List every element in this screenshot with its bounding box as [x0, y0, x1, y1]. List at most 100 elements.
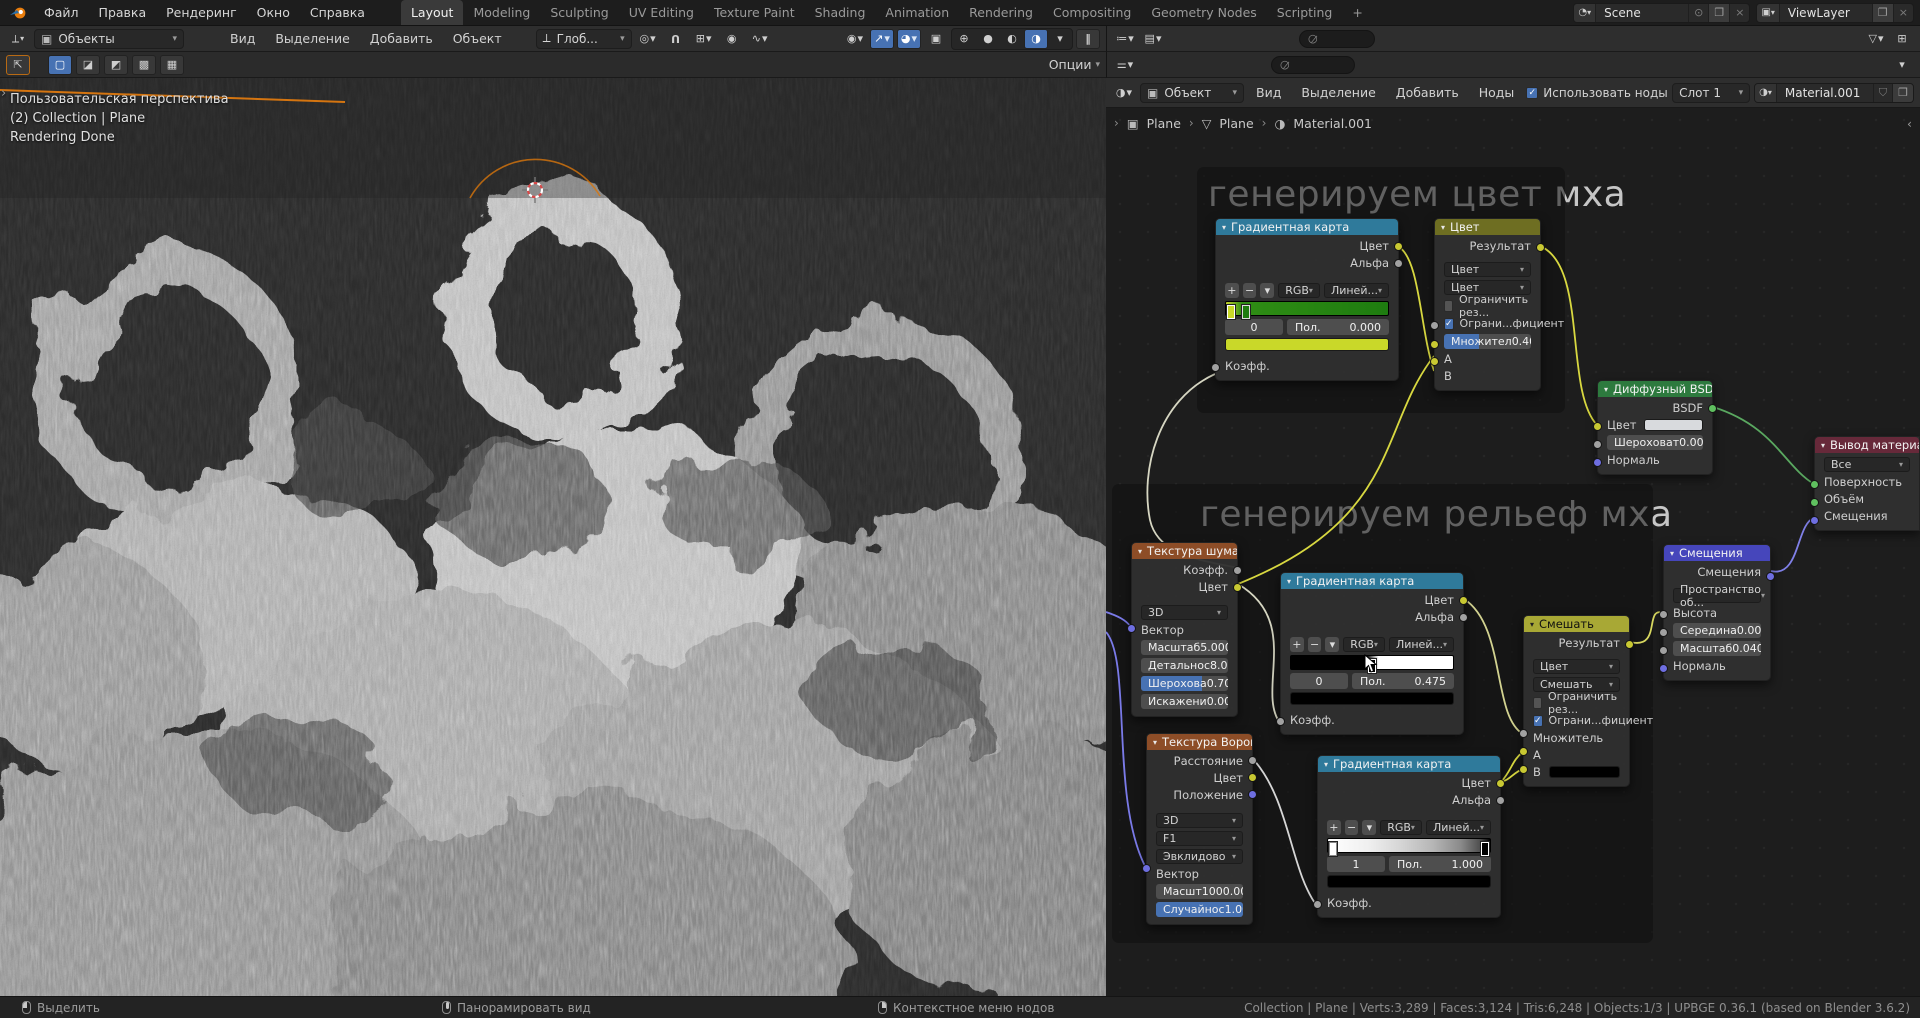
new-viewlayer-icon[interactable]: ❐	[1872, 4, 1893, 22]
socket-normal-in[interactable]	[1659, 664, 1668, 673]
socket-factor-out[interactable]	[1233, 566, 1242, 575]
ramp-mode-dropdown[interactable]: RGB▾	[1278, 283, 1320, 298]
diffuse-color-swatch[interactable]	[1644, 419, 1703, 431]
proportional-falloff-dropdown[interactable]: ∿▾	[748, 29, 772, 49]
tab-shading[interactable]: Shading	[805, 0, 876, 25]
viewport-menu-view[interactable]: Вид	[222, 31, 263, 46]
socket-factor-in[interactable]	[1276, 717, 1285, 726]
collapse-icon[interactable]: ▾	[1287, 577, 1291, 586]
collapse-icon[interactable]: ▾	[1530, 620, 1534, 629]
socket-displacement-out[interactable]	[1766, 572, 1775, 581]
tab-modeling[interactable]: Modeling	[463, 0, 540, 25]
stop-index-field[interactable]: 1	[1327, 856, 1385, 872]
socket-result-out[interactable]	[1625, 640, 1634, 649]
select-mode-extend-icon[interactable]: ◪	[76, 55, 100, 75]
socket-midlevel-in[interactable]	[1659, 628, 1668, 637]
menu-help[interactable]: Справка	[300, 0, 375, 25]
select-mode-intersect-icon[interactable]: ▦	[160, 55, 184, 75]
editor-type-outliner-icon[interactable]: ≔▾	[1113, 29, 1137, 49]
collapse-icon[interactable]: ▾	[1604, 385, 1608, 394]
scene-icon[interactable]: ◔▾	[1574, 4, 1596, 22]
menu-file[interactable]: Файл	[34, 0, 89, 25]
socket-normal-in[interactable]	[1593, 458, 1602, 467]
stop-position-field[interactable]: Пол.1.000	[1389, 856, 1491, 872]
editor-type-viewport-icon[interactable]: ⟂▾	[6, 29, 30, 49]
remove-stop-button[interactable]: −	[1345, 820, 1359, 835]
select-mode-new-icon[interactable]: ▢	[48, 55, 72, 75]
toggle-xray-icon[interactable]: ▣	[924, 29, 948, 49]
clamp-result-checkbox[interactable]: Ограничить рез...	[1533, 695, 1620, 710]
material-selector[interactable]: ◑▾ Material.001 ⛉ ❐	[1754, 83, 1914, 103]
tab-uv-editing[interactable]: UV Editing	[619, 0, 704, 25]
node-voronoi-texture[interactable]: ▾Текстура Вороного Расстояние Цвет Полож…	[1146, 733, 1253, 925]
ramp-interp-dropdown[interactable]: Линей...▾	[1426, 820, 1491, 835]
proportional-edit-icon[interactable]: ◉	[720, 29, 744, 49]
pin-icon[interactable]: ⊙	[1688, 4, 1708, 22]
breadcrumb-object[interactable]: Plane	[1147, 116, 1181, 131]
socket-a-in[interactable]	[1430, 340, 1439, 349]
collapse-icon[interactable]: ▾	[1670, 549, 1674, 558]
ramp-stop[interactable]	[1242, 305, 1250, 319]
stop-index-field[interactable]: 0	[1225, 319, 1283, 335]
collapse-icon[interactable]: ▾	[1324, 760, 1328, 769]
distance-metric-dropdown[interactable]: Эвклидово▾	[1156, 849, 1243, 864]
add-stop-button[interactable]: +	[1290, 637, 1304, 652]
shading-solid-icon[interactable]: ●	[976, 29, 1000, 49]
outliner-display-mode-icon[interactable]: ▤▾	[1141, 29, 1165, 49]
shading-wireframe-icon[interactable]: ⊕	[952, 29, 976, 49]
properties-options-dropdown[interactable]: ▾	[1890, 55, 1914, 75]
randomness-slider[interactable]: Случайнос1.000	[1156, 902, 1243, 917]
socket-scale-in[interactable]	[1659, 646, 1668, 655]
color-ramp-gradient[interactable]	[1225, 301, 1389, 316]
new-collection-icon[interactable]: ⊞	[1890, 29, 1914, 49]
shader-menu-node[interactable]: Ноды	[1471, 85, 1523, 100]
collapse-icon[interactable]: ▾	[1222, 223, 1226, 232]
socket-displacement-in[interactable]	[1810, 516, 1819, 525]
socket-alpha-out[interactable]	[1394, 259, 1403, 268]
node-noise-texture[interactable]: ▾Текстура шума Коэфф. Цвет 3D▾ Вектор Ма…	[1131, 542, 1238, 717]
stop-index-field[interactable]: 0	[1290, 673, 1348, 689]
tab-texture-paint[interactable]: Texture Paint	[704, 0, 805, 25]
ramp-options-dropdown[interactable]: ▾	[1362, 820, 1376, 835]
ramp-interp-dropdown[interactable]: Линей...▾	[1389, 637, 1454, 652]
viewport-render[interactable]: Пользовательская перспектива (2) Collect…	[0, 78, 1106, 996]
new-material-icon[interactable]: ❐	[1892, 84, 1913, 102]
outliner-search-input[interactable]: ○̷	[1299, 30, 1375, 48]
dimensions-dropdown[interactable]: 3D▾	[1156, 813, 1243, 828]
space-dropdown[interactable]: Пространство об...▾	[1673, 588, 1761, 603]
shading-material-icon[interactable]: ◐	[1000, 29, 1024, 49]
remove-stop-button[interactable]: −	[1243, 283, 1257, 298]
editor-type-shader-icon[interactable]: ◑▾	[1112, 83, 1136, 103]
roughness-slider[interactable]: Шероховат0.000	[1607, 435, 1703, 450]
socket-surface-in[interactable]	[1810, 480, 1819, 489]
socket-alpha-out[interactable]	[1459, 613, 1468, 622]
menu-render[interactable]: Рендеринг	[156, 0, 247, 25]
socket-b-in[interactable]	[1430, 357, 1439, 366]
viewport-menu-select[interactable]: Выделение	[267, 31, 357, 46]
roughness-slider[interactable]: Шерохова0.700	[1141, 676, 1228, 691]
editor-type-properties-icon[interactable]: ⚌▾	[1113, 55, 1137, 75]
detail-slider[interactable]: Детальнос8.000	[1141, 658, 1228, 673]
add-stop-button[interactable]: +	[1327, 820, 1341, 835]
b-color-swatch[interactable]	[1549, 766, 1620, 778]
active-tool-icon[interactable]: ⇱	[6, 55, 30, 75]
collapse-icon[interactable]: ▾	[1138, 547, 1142, 556]
scale-slider[interactable]: Масшт1000.000	[1156, 884, 1243, 899]
socket-distance-out[interactable]	[1248, 756, 1257, 765]
node-diffuse-bsdf[interactable]: ▾Диффузный BSDF BSDF Цвет Шероховат0.000…	[1597, 380, 1713, 475]
viewport-menu-add[interactable]: Добавить	[362, 31, 441, 46]
scene-selector[interactable]: ◔▾ Scene ⊙ ❐ ×	[1573, 3, 1750, 23]
socket-vector-in[interactable]	[1142, 864, 1151, 873]
menu-window[interactable]: Окно	[247, 0, 300, 25]
tab-compositing[interactable]: Compositing	[1043, 0, 1141, 25]
remove-stop-button[interactable]: −	[1308, 637, 1322, 652]
scene-name[interactable]: Scene	[1596, 6, 1688, 20]
tab-layout[interactable]: Layout	[401, 0, 464, 25]
node-color-ramp-3[interactable]: ▾Градиентная карта Цвет Альфа + − ▾ RGB▾…	[1317, 755, 1501, 918]
material-icon[interactable]: ◑▾	[1755, 84, 1777, 102]
select-mode-subtract-icon[interactable]: ◩	[104, 55, 128, 75]
socket-result-out[interactable]	[1536, 243, 1545, 252]
socket-volume-in[interactable]	[1810, 498, 1819, 507]
node-mix-color[interactable]: ▾Цвет Результат Цвет▾ Цвет▾ Ограничить р…	[1434, 218, 1541, 391]
remove-viewlayer-icon[interactable]: ×	[1893, 4, 1913, 22]
